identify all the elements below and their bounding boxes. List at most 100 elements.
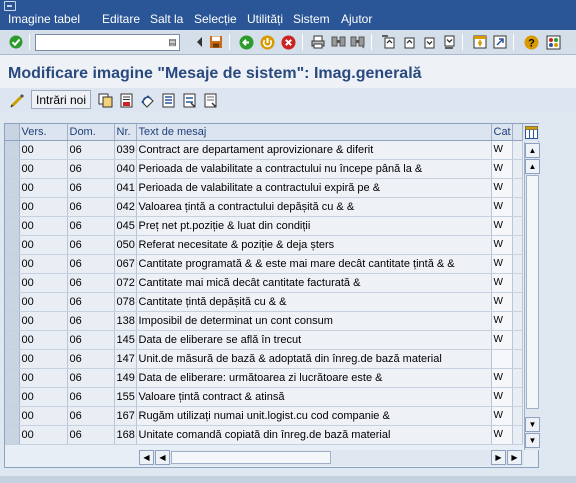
cell-cat[interactable]: W <box>491 406 513 426</box>
cell-nr[interactable]: 167 <box>114 406 137 426</box>
table-row[interactable]: 00 06 147 Unit.de măsură de bază & adoptată… <box>5 349 523 369</box>
table-row[interactable]: 00 06 040 Perioada de valabilitate a contra… <box>5 159 523 179</box>
cell-nr[interactable]: 168 <box>114 425 137 445</box>
cell-vers[interactable]: 00 <box>19 159 68 179</box>
cell-vers[interactable]: 00 <box>19 197 68 217</box>
cell-message-text[interactable]: Contract are departament aprovizionare &… <box>136 140 492 160</box>
page-up-button[interactable]: ▲ <box>525 159 540 174</box>
table-row[interactable]: 00 06 138 Imposibil de determinat un cont c… <box>5 311 523 331</box>
cell-message-text[interactable]: Perioada de valabilitate a contractului … <box>136 178 492 198</box>
find-icon[interactable] <box>329 33 347 51</box>
row-selector[interactable] <box>5 406 20 426</box>
cell-nr[interactable]: 045 <box>114 216 137 236</box>
cell-vers[interactable]: 00 <box>19 330 68 350</box>
cell-dom[interactable]: 06 <box>67 254 115 274</box>
last-page-icon[interactable] <box>439 33 457 51</box>
menu-item-imagine-tabel[interactable]: Imagine tabel <box>8 12 80 26</box>
cell-cat[interactable]: W <box>491 368 513 388</box>
cell-cat[interactable]: W <box>491 425 513 445</box>
cell-nr[interactable]: 072 <box>114 273 137 293</box>
cell-nr[interactable]: 145 <box>114 330 137 350</box>
cell-cat[interactable]: W <box>491 311 513 331</box>
cell-message-text[interactable]: Data de eliberare: următoarea zi lucrăto… <box>136 368 492 388</box>
create-session-icon[interactable] <box>471 33 489 51</box>
table-settings-icon[interactable] <box>522 124 540 141</box>
system-menu-icon[interactable] <box>4 1 16 11</box>
cell-nr[interactable]: 147 <box>114 349 137 369</box>
print-icon[interactable] <box>309 33 327 51</box>
row-selector[interactable] <box>5 425 20 445</box>
layout-menu-icon[interactable] <box>544 33 562 51</box>
cell-vers[interactable]: 00 <box>19 254 68 274</box>
column-header-dom[interactable]: Dom. <box>67 124 115 141</box>
cell-message-text[interactable]: Unit.de măsură de bază & adoptată din în… <box>136 349 492 369</box>
row-selector[interactable] <box>5 368 20 388</box>
previous-page-icon[interactable] <box>399 33 417 51</box>
cell-nr[interactable]: 041 <box>114 178 137 198</box>
cancel-icon[interactable] <box>279 33 297 51</box>
cell-dom[interactable]: 06 <box>67 178 115 198</box>
row-selector[interactable] <box>5 349 20 369</box>
cell-message-text[interactable]: Rugăm utilizați numai unit.logist.cu cod… <box>136 406 492 426</box>
table-row[interactable]: 00 06 145 Data de eliberare se află în trec… <box>5 330 523 350</box>
cell-nr[interactable]: 040 <box>114 159 137 179</box>
save-icon[interactable] <box>207 33 225 51</box>
table-row[interactable]: 00 06 050 Referat necesitate & poziție & de… <box>5 235 523 255</box>
command-field[interactable] <box>35 34 180 51</box>
menu-item-utilitati[interactable]: Utilități <box>247 12 283 26</box>
cell-dom[interactable]: 06 <box>67 425 115 445</box>
row-selector[interactable] <box>5 235 20 255</box>
cell-dom[interactable]: 06 <box>67 349 115 369</box>
cell-vers[interactable]: 00 <box>19 387 68 407</box>
cell-dom[interactable]: 06 <box>67 311 115 331</box>
row-selector[interactable] <box>5 254 20 274</box>
cell-nr[interactable]: 050 <box>114 235 137 255</box>
cell-message-text[interactable]: Unitate comandă copiată din înreg.de baz… <box>136 425 492 445</box>
cell-vers[interactable]: 00 <box>19 273 68 293</box>
table-row[interactable]: 00 06 041 Perioada de valabilitate a contra… <box>5 178 523 198</box>
cell-cat[interactable]: W <box>491 140 513 160</box>
row-selector[interactable] <box>5 178 20 198</box>
new-entries-button[interactable]: Intrări noi <box>31 90 91 109</box>
cell-vers[interactable]: 00 <box>19 311 68 331</box>
table-row[interactable]: 00 06 078 Cantitate țintă depășită cu & & W <box>5 292 523 312</box>
exit-icon[interactable] <box>258 33 276 51</box>
table-row[interactable]: 00 06 045 Preț net pt.poziție & luat din co… <box>5 216 523 236</box>
cell-vers[interactable]: 00 <box>19 368 68 388</box>
cell-dom[interactable]: 06 <box>67 159 115 179</box>
table-row[interactable]: 00 06 167 Rugăm utilizați numai unit.logist… <box>5 406 523 426</box>
cell-cat[interactable]: W <box>491 273 513 293</box>
cell-vers[interactable]: 00 <box>19 349 68 369</box>
column-header-cat[interactable]: Cat <box>491 124 513 141</box>
cell-nr[interactable]: 042 <box>114 197 137 217</box>
cell-vers[interactable]: 00 <box>19 292 68 312</box>
display-change-icon[interactable] <box>8 91 26 109</box>
cell-dom[interactable]: 06 <box>67 330 115 350</box>
cell-dom[interactable]: 06 <box>67 273 115 293</box>
undo-change-icon[interactable] <box>138 91 156 109</box>
table-row[interactable]: 00 06 149 Data de eliberare: următoarea zi … <box>5 368 523 388</box>
column-header-nr[interactable]: Nr. <box>114 124 137 141</box>
page-right-button[interactable]: ▶ <box>491 450 506 465</box>
cell-cat[interactable] <box>491 349 513 369</box>
select-block-icon[interactable] <box>180 91 198 109</box>
cell-cat[interactable]: W <box>491 216 513 236</box>
cell-message-text[interactable]: Preț net pt.poziție & luat din condiții <box>136 216 492 236</box>
row-selector[interactable] <box>5 273 20 293</box>
cell-vers[interactable]: 00 <box>19 178 68 198</box>
cell-nr[interactable]: 149 <box>114 368 137 388</box>
table-row[interactable]: 00 06 039 Contract are departament aprovizi… <box>5 140 523 160</box>
cell-cat[interactable]: W <box>491 235 513 255</box>
page-left-button[interactable]: ◀ <box>155 450 170 465</box>
cell-cat[interactable]: W <box>491 159 513 179</box>
cell-dom[interactable]: 06 <box>67 140 115 160</box>
cell-message-text[interactable]: Valoare țintă contract & atinsă <box>136 387 492 407</box>
row-selector[interactable] <box>5 140 20 160</box>
table-row[interactable]: 00 06 042 Valoarea țintă a contractului dep… <box>5 197 523 217</box>
menu-item-salt-la[interactable]: Salt la <box>150 12 183 26</box>
cell-cat[interactable]: W <box>491 254 513 274</box>
first-page-icon[interactable] <box>379 33 397 51</box>
cell-vers[interactable]: 00 <box>19 235 68 255</box>
command-history-icon[interactable]: ▤ <box>165 34 180 51</box>
horizontal-scrollbar[interactable]: ◀ ◀ ▶ ▶ <box>139 450 524 466</box>
